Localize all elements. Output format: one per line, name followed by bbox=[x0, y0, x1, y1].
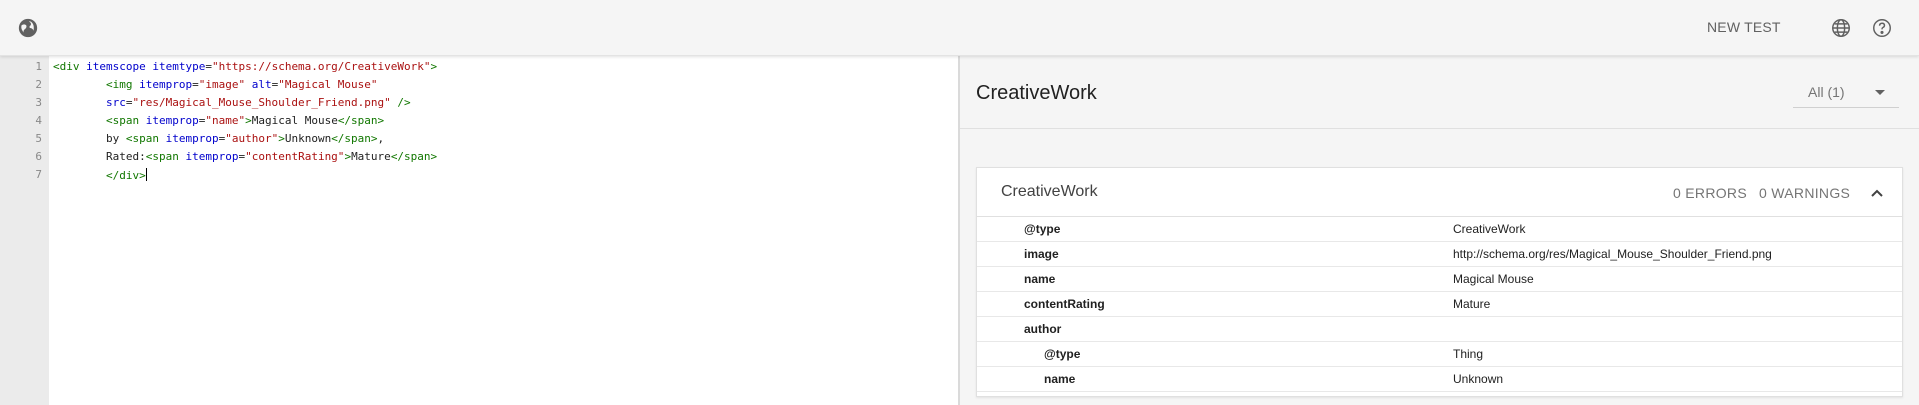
code-token: </span> bbox=[331, 132, 378, 145]
code-token: Magical Mouse bbox=[251, 114, 338, 127]
property-row: image http://schema.org/res/Magical_Mouse… bbox=[977, 242, 1902, 267]
line-number: 3 bbox=[35, 96, 42, 109]
results-header: CreativeWork All (1) bbox=[960, 56, 1919, 129]
code-token: = bbox=[205, 60, 212, 73]
code-token: </span> bbox=[337, 114, 385, 127]
code-token: alt bbox=[251, 78, 272, 91]
errors-count: 0 ERRORS bbox=[1673, 185, 1747, 201]
code-token: itemprop bbox=[145, 114, 199, 127]
warnings-count: 0 WARNINGS bbox=[1759, 185, 1851, 201]
code-token: Mature bbox=[351, 150, 391, 163]
code-token: <span bbox=[125, 132, 166, 145]
code-token: <span bbox=[145, 150, 186, 163]
property-row: author bbox=[977, 317, 1902, 342]
dropdown-arrow-icon bbox=[1875, 90, 1885, 95]
property-name: contentRating bbox=[1024, 297, 1105, 311]
property-value: Unknown bbox=[1453, 372, 1504, 386]
property-row: name Magical Mouse bbox=[977, 267, 1902, 292]
code-token: itemprop bbox=[139, 78, 193, 91]
code-line[interactable]: </div> bbox=[53, 168, 147, 182]
property-name: name bbox=[1044, 372, 1076, 386]
code-token: </div> bbox=[105, 169, 146, 182]
property-row: @type CreativeWork bbox=[977, 217, 1902, 242]
results-panel: CreativeWork All (1) CreativeWork 0 ERRO… bbox=[960, 56, 1919, 405]
line-number: 4 bbox=[35, 114, 42, 127]
line-number: 6 bbox=[35, 150, 42, 163]
code-token: , bbox=[377, 132, 385, 145]
top-bar: NEW TEST bbox=[0, 0, 1919, 56]
globe-icon[interactable] bbox=[1829, 16, 1853, 40]
code-line[interactable]: <div itemscope itemtype="https://schema.… bbox=[53, 60, 437, 73]
card-title: CreativeWork bbox=[1001, 183, 1098, 200]
code-line[interactable]: by <span itemprop="author">Unknown</span… bbox=[53, 132, 384, 145]
property-row: name Unknown bbox=[977, 367, 1902, 392]
code-token: <img bbox=[105, 78, 140, 91]
property-name: @type bbox=[1024, 222, 1061, 236]
results-title: CreativeWork bbox=[976, 82, 1097, 104]
line-number-gutter: 1 2 3 4 5 6 7 bbox=[0, 56, 49, 405]
code-line[interactable]: <span itemprop="name">Magical Mouse</spa… bbox=[53, 114, 384, 127]
code-token: "contentRating" bbox=[245, 150, 345, 163]
code-token: src bbox=[105, 96, 126, 109]
result-card: CreativeWork 0 ERRORS 0 WARNINGS @type Cr… bbox=[976, 167, 1903, 397]
code-token: "name" bbox=[205, 114, 246, 127]
card-header[interactable]: CreativeWork 0 ERRORS 0 WARNINGS bbox=[977, 168, 1902, 217]
text-cursor bbox=[145, 168, 147, 181]
property-name: @type bbox=[1044, 347, 1081, 361]
code-token: "https://schema.org/CreativeWork" bbox=[211, 60, 431, 73]
code-line[interactable]: Rated:<span itemprop="contentRating">Mat… bbox=[53, 150, 437, 163]
line-number: 7 bbox=[35, 168, 42, 181]
filter-label: All (1) bbox=[1808, 84, 1845, 100]
globe-pin-icon[interactable] bbox=[16, 16, 40, 40]
code-line[interactable]: <img itemprop="image" alt="Magical Mouse… bbox=[53, 78, 378, 91]
code-token: = bbox=[192, 78, 199, 91]
code-token: > bbox=[430, 60, 438, 73]
chevron-up-icon[interactable] bbox=[1867, 183, 1887, 203]
filter-dropdown[interactable]: All (1) bbox=[1793, 76, 1899, 108]
code-token: <span bbox=[105, 114, 146, 127]
line-number: 2 bbox=[35, 78, 42, 91]
code-token: > bbox=[278, 132, 285, 145]
property-name: image bbox=[1024, 247, 1059, 261]
property-row: contentRating Mature bbox=[977, 292, 1902, 317]
property-value: Thing bbox=[1453, 347, 1484, 361]
code-line[interactable]: src="res/Magical_Mouse_Shoulder_Friend.p… bbox=[53, 96, 411, 109]
new-test-button[interactable]: NEW TEST bbox=[1707, 19, 1781, 35]
code-token: by bbox=[105, 132, 126, 145]
property-value: Mature bbox=[1453, 297, 1491, 311]
code-token: "res/Magical_Mouse_Shoulder_Friend.png" bbox=[132, 96, 391, 109]
property-name: author bbox=[1024, 322, 1062, 336]
code-token: > bbox=[245, 114, 252, 127]
code-token: "image" bbox=[198, 78, 246, 91]
code-token: itemscope itemtype bbox=[86, 60, 206, 73]
help-circle-icon[interactable] bbox=[1870, 16, 1894, 40]
code-token: Rated: bbox=[105, 150, 146, 163]
property-value: CreativeWork bbox=[1453, 222, 1526, 236]
code-token: itemprop bbox=[165, 132, 219, 145]
property-value: Magical Mouse bbox=[1453, 272, 1534, 286]
property-row: @type Thing bbox=[977, 342, 1902, 367]
code-token: itemprop bbox=[185, 150, 239, 163]
code-token: Unknown bbox=[284, 132, 332, 145]
code-token: "author" bbox=[225, 132, 279, 145]
code-token: </span> bbox=[390, 150, 438, 163]
code-token: "Magical Mouse" bbox=[278, 78, 378, 91]
property-name: name bbox=[1024, 272, 1056, 286]
code-editor[interactable]: 1234567 <div itemscope itemtype="https:/… bbox=[0, 56, 958, 405]
code-token: /> bbox=[397, 96, 411, 109]
line-number: 5 bbox=[35, 132, 42, 145]
line-number: 1 bbox=[35, 60, 42, 73]
property-value: http://schema.org/res/Magical_Mouse_Shou… bbox=[1453, 247, 1772, 261]
code-token: <div bbox=[53, 60, 87, 73]
